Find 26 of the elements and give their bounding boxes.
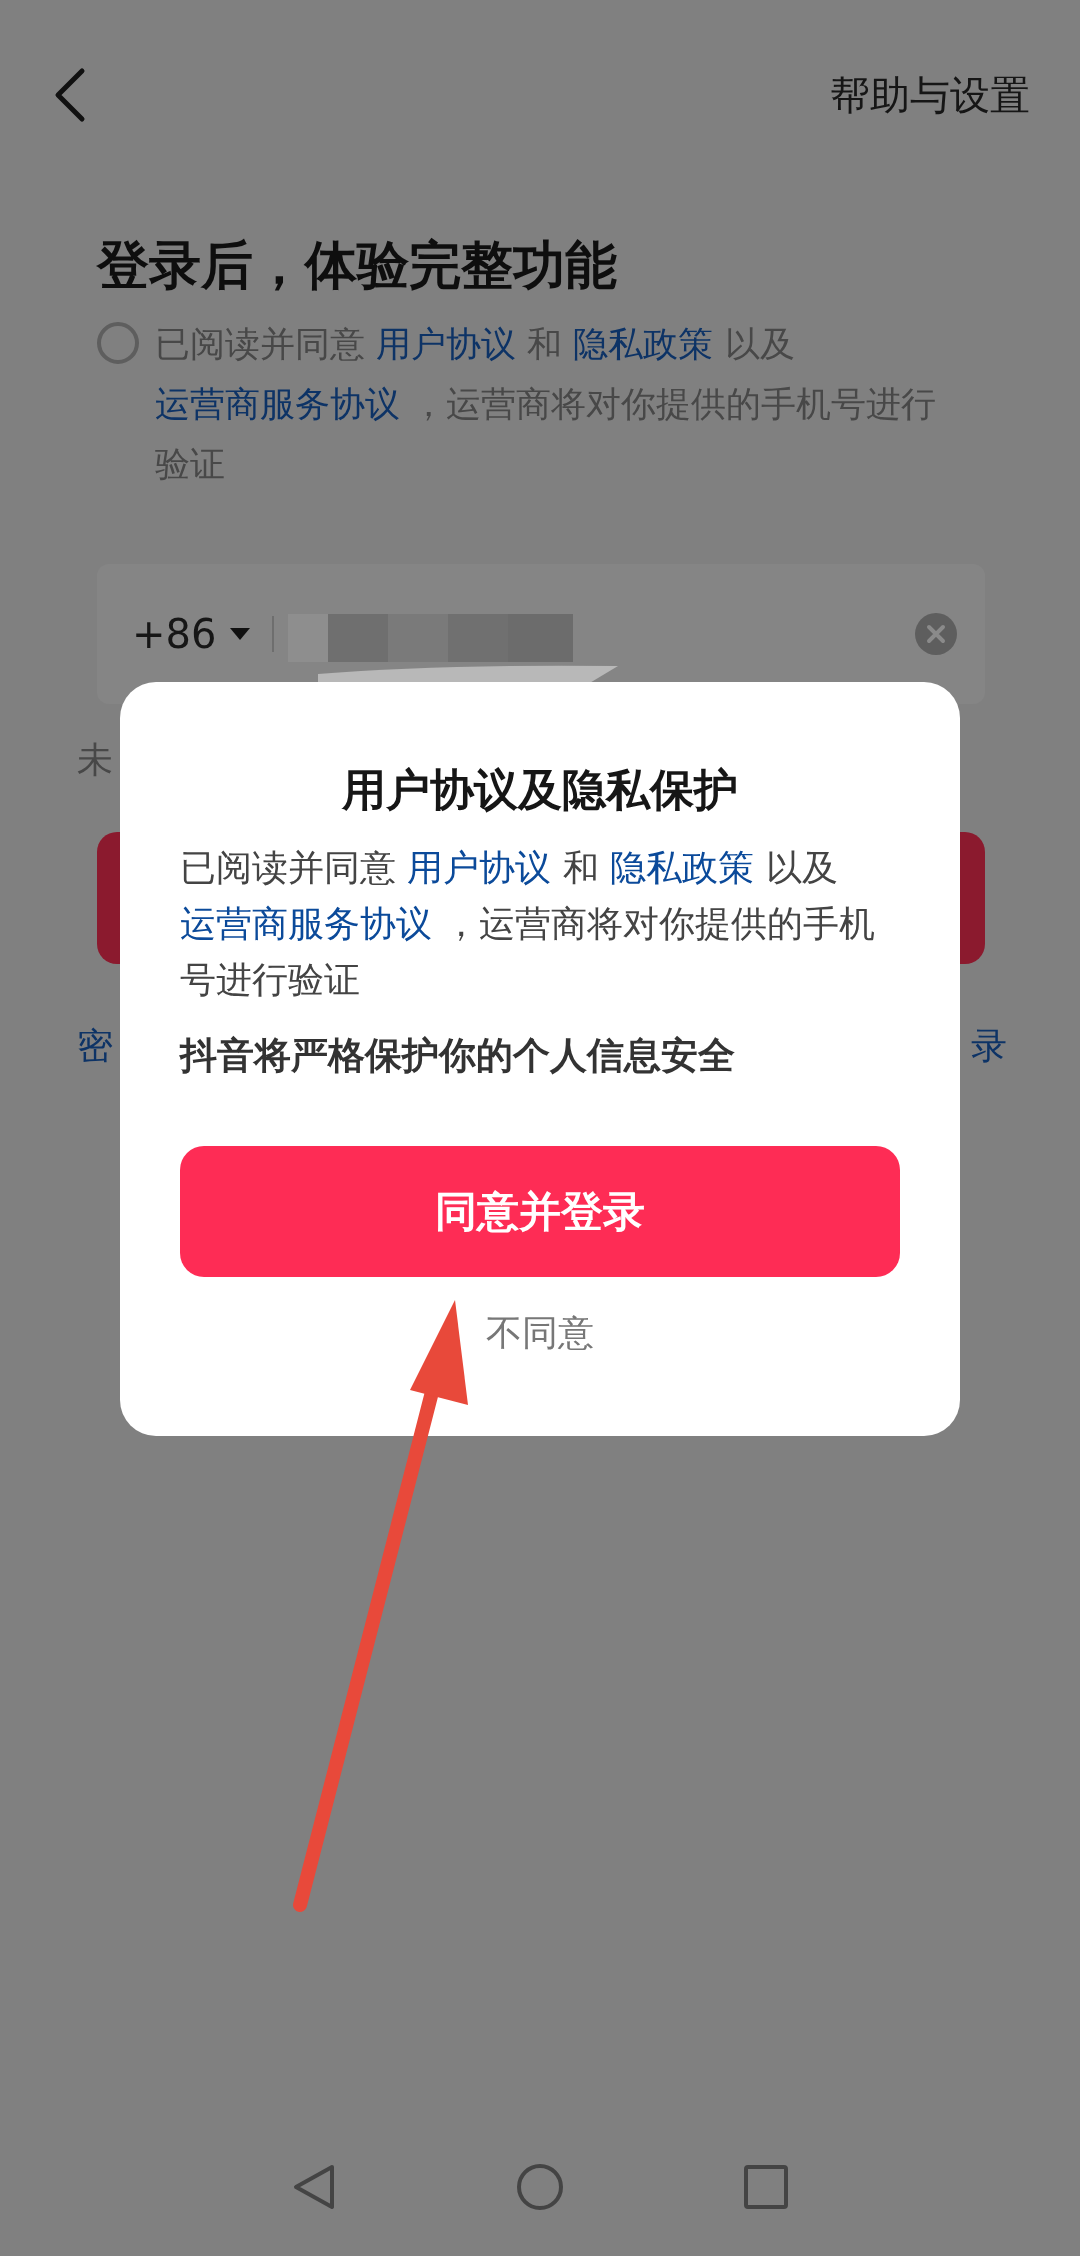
agreement-link[interactable]: 运营商服务协议 — [155, 384, 400, 424]
help-settings-link[interactable]: 帮助与设置 — [830, 67, 1030, 123]
agreement-text: 已阅读并同意 用户协议 和 隐私政策 以及 运营商服务协议 ，运营商将对你提供的手机号进行验证 — [155, 323, 938, 486]
country-code[interactable]: +86 — [132, 611, 217, 657]
agreement-link[interactable]: 隐私政策 — [610, 847, 755, 888]
dropdown-caret-icon[interactable] — [230, 628, 251, 640]
hint-text: 未 — [77, 740, 113, 780]
password-login-link[interactable]: 密 — [77, 1022, 113, 1071]
page-title: 登录后，体验完整功能 — [97, 234, 618, 297]
agreement-link[interactable]: 用户协议 — [376, 324, 517, 364]
agree-login-button[interactable]: 同意并登录 — [180, 1146, 900, 1277]
login-button-edge[interactable] — [97, 832, 120, 964]
login-button-edge[interactable] — [960, 832, 985, 964]
agreement-link[interactable]: 隐私政策 — [573, 324, 714, 364]
agree-checkbox[interactable] — [97, 322, 139, 364]
dialog-body-text: 已阅读并同意 用户协议 和 隐私政策 以及 运营商服务协议 ，运营商将对你提供的手机号进行验证 — [180, 846, 877, 1002]
recents-nav-icon[interactable] — [744, 2165, 788, 2209]
clear-icon[interactable] — [915, 613, 957, 655]
back-nav-icon[interactable] — [292, 2163, 336, 2211]
dialog-title: 用户协议及隐私保护 — [342, 763, 738, 817]
decline-button[interactable]: 不同意 — [486, 1309, 594, 1358]
agreement-link[interactable]: 运营商服务协议 — [180, 903, 432, 944]
dialog-note: 抖音将严格保护你的个人信息安全 — [180, 1033, 735, 1079]
home-nav-icon[interactable] — [516, 2163, 564, 2211]
other-login-link[interactable]: 录 — [971, 1022, 1007, 1071]
agreement-link[interactable]: 用户协议 — [407, 847, 552, 888]
